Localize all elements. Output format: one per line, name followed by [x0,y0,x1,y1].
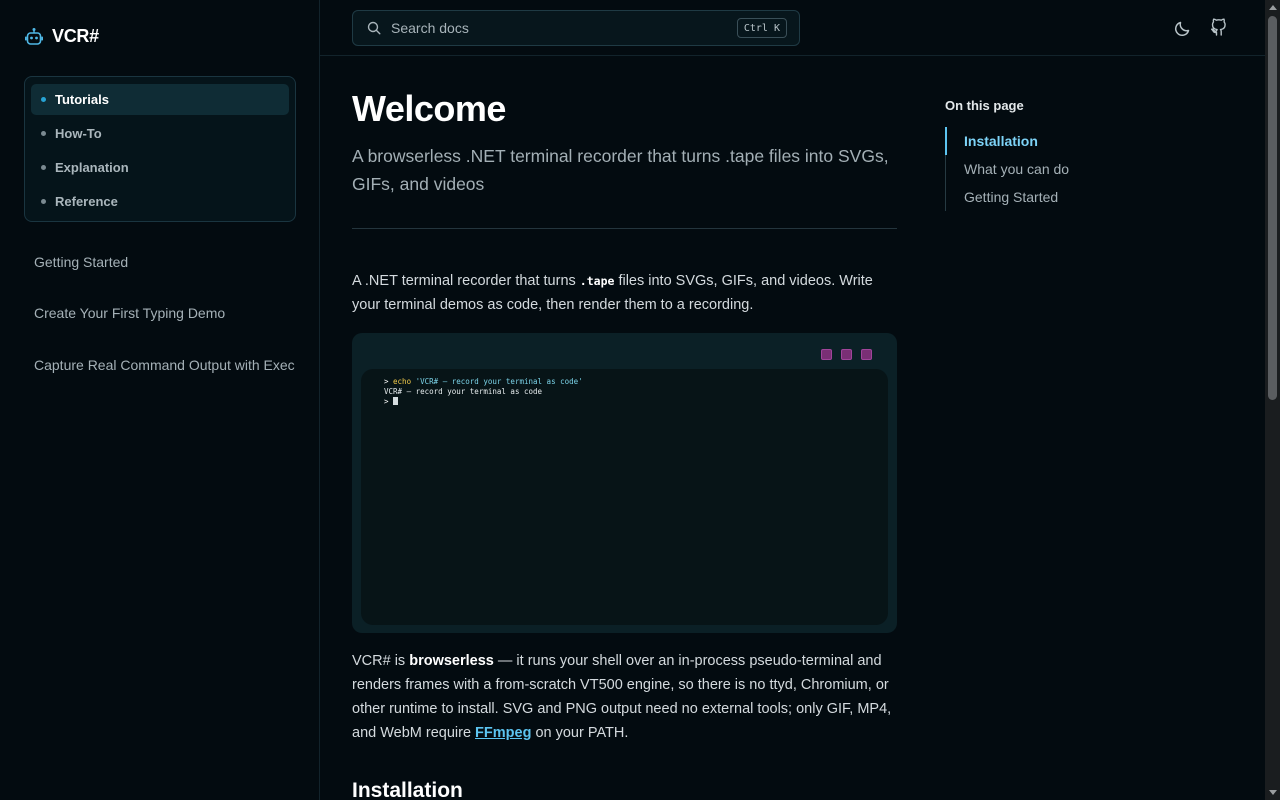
ffmpeg-link[interactable]: FFmpeg [475,725,531,741]
bullet-icon [41,165,46,170]
body-text: on your PATH. [531,725,629,741]
terminal-line: VCR# — record your terminal as code [384,387,543,396]
terminal-demo: > echo 'VCR# — record your terminal as c… [352,333,897,633]
body-text: VCR# is [352,653,410,669]
toc-title: On this page [945,98,1024,113]
bullet-icon [41,131,46,136]
bullet-icon [41,97,46,102]
toc-item-what-you-can-do[interactable]: What you can do [964,161,1069,177]
window-button-icon [821,349,832,360]
brand-name: VCR# [52,26,99,46]
window-button-icon [841,349,852,360]
logo[interactable]: VCR# [24,26,99,47]
terminal-screen: > echo 'VCR# — record your terminal as c… [361,369,888,625]
nav-item-label: Tutorials [55,92,109,107]
page-scrollbar[interactable] [1265,0,1280,800]
page-subtitle: A browserless .NET terminal recorder tha… [352,146,889,194]
browserless-bold: browserless [409,653,494,669]
intro-text: A .NET terminal recorder that turns [352,273,580,289]
toc-item-installation[interactable]: Installation [964,133,1038,149]
content-divider [352,228,897,229]
terminal-argument: 'VCR# — record your terminal as code' [411,377,583,386]
scrollbar-thumb[interactable] [1268,16,1277,400]
nav-item-label: Reference [55,194,118,209]
installation-heading: Installation [352,779,463,800]
sidebar-link-exec-output[interactable]: Capture Real Command Output with Exec [34,357,295,373]
header-divider [320,55,1265,56]
robot-icon [25,27,43,45]
terminal-line: > [384,397,888,407]
moon-icon[interactable] [1173,18,1193,43]
terminal-cursor [393,397,399,405]
search-icon [367,21,381,35]
intro-paragraph: A .NET terminal recorder that turns .tap… [352,269,900,317]
nav-item-tutorials[interactable]: Tutorials [31,84,289,115]
scroll-down-icon[interactable] [1269,790,1277,795]
tape-code: .tape [579,274,615,288]
sidebar-link-first-typing-demo[interactable]: Create Your First Typing Demo [34,305,225,321]
page-title: Welcome [352,88,506,129]
nav-item-how-to[interactable]: How-To [31,118,289,149]
sidebar-link-getting-started[interactable]: Getting Started [34,254,128,270]
description-paragraph: VCR# is browserless — it runs your shell… [352,649,900,745]
doc-section-nav: Tutorials How-To Explanation Reference [24,76,296,222]
nav-item-explanation[interactable]: Explanation [31,152,289,183]
terminal-command: echo [393,377,412,386]
search-box[interactable]: Ctrl K [352,10,800,46]
bullet-icon [41,199,46,204]
sidebar: VCR# Tutorials How-To Explanation Refere… [0,0,320,800]
scroll-up-icon[interactable] [1269,5,1277,10]
toc-item-getting-started[interactable]: Getting Started [964,189,1058,205]
nav-item-reference[interactable]: Reference [31,186,289,217]
window-button-icon [861,349,872,360]
terminal-line: > echo 'VCR# — record your terminal as c… [384,377,888,387]
terminal-prompt: > [384,397,394,406]
search-input[interactable] [391,20,721,36]
search-shortcut-badge: Ctrl K [736,18,787,38]
nav-item-label: How-To [55,126,102,141]
github-icon[interactable] [1209,18,1229,43]
toc-active-indicator [945,127,947,155]
nav-item-label: Explanation [55,160,129,175]
terminal-prompt: > [384,377,394,386]
